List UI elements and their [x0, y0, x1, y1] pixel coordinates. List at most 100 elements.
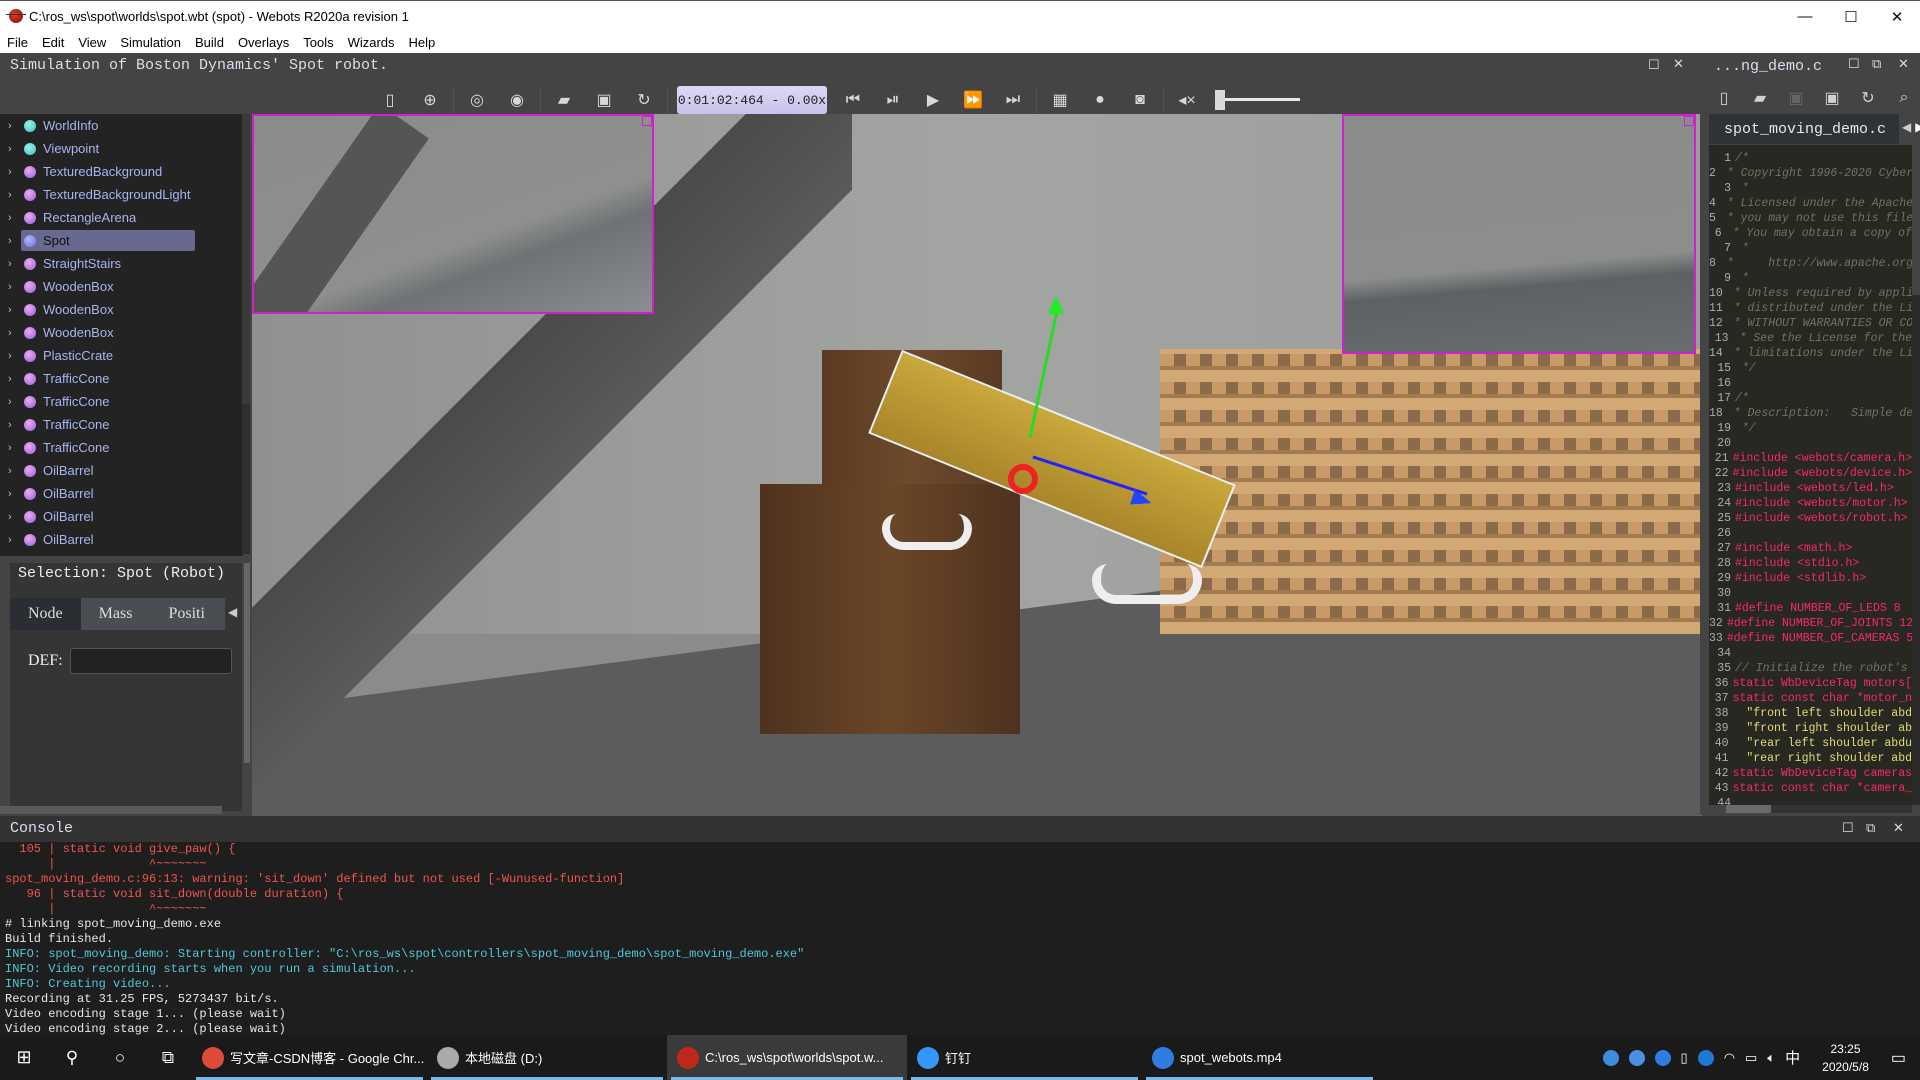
expand-chevron-icon[interactable]: › — [8, 281, 18, 293]
editor-float-icon[interactable]: ⧉ — [1872, 56, 1881, 72]
rotate-x-handle[interactable] — [1008, 464, 1038, 494]
volume-slider-thumb[interactable] — [1215, 90, 1225, 110]
view-maximize-icon[interactable]: ☐ — [1648, 57, 1660, 73]
wifi-icon[interactable]: ◠ — [1724, 1050, 1735, 1066]
taskbar-app[interactable]: 钉钉 — [907, 1035, 1142, 1080]
expand-chevron-icon[interactable]: › — [8, 396, 18, 408]
run-icon[interactable]: ▶ — [913, 85, 953, 115]
menu-overlays[interactable]: Overlays — [231, 35, 296, 50]
console-output[interactable]: 105 | static void give_paw() { | ^~~~~~~… — [0, 842, 1920, 1035]
revert-icon[interactable]: ↻ — [1854, 83, 1882, 113]
field-editor-scrollbar[interactable] — [244, 563, 250, 763]
expand-chevron-icon[interactable]: › — [8, 120, 18, 132]
save-icon[interactable]: ▣ — [1782, 83, 1810, 113]
scene-tree-item[interactable]: ›OilBarrel — [0, 505, 243, 528]
scene-tree-item[interactable]: › TrafficCone — [0, 390, 243, 413]
scrollbar-handle[interactable] — [242, 114, 250, 404]
scene-tree-item[interactable]: › TrafficCone — [0, 367, 243, 390]
taskbar-app[interactable]: C:\ros_ws\spot\worlds\spot.w... — [667, 1035, 907, 1080]
code-editor[interactable]: 1/*2 * Copyright 1996-2020 Cyberbotics3 … — [1709, 145, 1912, 805]
scene-tree-item[interactable]: › WoodenBox — [0, 298, 243, 321]
scene-tree-item[interactable]: ›OilBarrel — [0, 459, 243, 482]
battery-icon[interactable]: ▭ — [1745, 1050, 1757, 1066]
scene-tree-item[interactable]: › WorldInfo — [0, 114, 243, 137]
tab-right-icon[interactable]: ▶ — [1915, 120, 1920, 134]
expand-chevron-icon[interactable]: › — [8, 534, 18, 546]
minimize-button[interactable]: — — [1782, 1, 1828, 32]
find-icon[interactable]: ⌕ — [1890, 83, 1918, 113]
camera-overlay-close-icon[interactable] — [642, 116, 652, 126]
console-close-icon[interactable]: ✕ — [1893, 820, 1904, 836]
scene-tree-scrollbar[interactable] — [242, 114, 250, 554]
expand-chevron-icon[interactable]: › — [8, 350, 18, 362]
scene-tree-item[interactable]: › StraightStairs — [0, 252, 243, 275]
code-vscrollbar[interactable] — [1912, 145, 1920, 805]
menu-tools[interactable]: Tools — [296, 35, 340, 50]
camera-overlay-left[interactable] — [252, 114, 654, 314]
view-icon[interactable]: ◉ — [497, 85, 537, 115]
volume-slider[interactable] — [1215, 88, 1300, 112]
tab-position[interactable]: Positi — [150, 598, 222, 630]
tab-left-icon[interactable]: ◀ — [1902, 120, 1911, 134]
usb-icon[interactable]: ▯ — [1681, 1050, 1688, 1066]
menu-edit[interactable]: Edit — [35, 35, 71, 50]
new-file-icon[interactable]: ▯ — [1710, 83, 1738, 113]
expand-chevron-icon[interactable]: › — [8, 212, 18, 224]
save-as-icon[interactable]: ▣ — [1818, 83, 1846, 113]
expand-chevron-icon[interactable]: › — [8, 189, 18, 201]
clock-tray-icon[interactable] — [1628, 1049, 1645, 1066]
menu-help[interactable]: Help — [402, 35, 443, 50]
tab-mass[interactable]: Mass — [81, 598, 151, 630]
scene-tree-item[interactable]: ›OilBarrel — [0, 528, 243, 551]
scene-tree-item[interactable]: › WoodenBox — [0, 321, 243, 344]
scene-tree-item[interactable]: › TexturedBackground — [0, 160, 243, 183]
def-input[interactable] — [70, 648, 232, 674]
menu-file[interactable]: File — [0, 35, 35, 50]
save-world-icon[interactable]: ▣ — [584, 85, 624, 115]
camera-overlay-right[interactable] — [1342, 114, 1696, 354]
console-maximize-icon[interactable]: ☐ — [1842, 820, 1854, 836]
maximize-button[interactable]: ☐ — [1828, 1, 1874, 32]
bluetooth-icon[interactable] — [1697, 1049, 1714, 1066]
expand-chevron-icon[interactable]: › — [8, 143, 18, 155]
reset-viewpoint-icon[interactable]: ◎ — [457, 85, 497, 115]
windows-start-icon[interactable]: ⊞ — [0, 1035, 48, 1080]
scene-tree-item[interactable]: › TexturedBackgroundLight — [0, 183, 243, 206]
fastest-icon[interactable]: ⏭ — [993, 85, 1033, 115]
menu-simulation[interactable]: Simulation — [113, 35, 188, 50]
screenshot-icon[interactable]: ◙ — [1120, 85, 1160, 115]
expand-chevron-icon[interactable]: › — [8, 327, 18, 339]
console-float-icon[interactable]: ⧉ — [1866, 820, 1875, 836]
menu-build[interactable]: Build — [188, 35, 231, 50]
editor-maximize-icon[interactable]: ☐ — [1848, 56, 1860, 72]
video-tray-icon[interactable] — [1654, 1049, 1671, 1066]
open-file-icon[interactable]: ▰ — [1746, 83, 1774, 113]
reset-simulation-icon[interactable]: ⏮ — [833, 85, 873, 115]
menu-view[interactable]: View — [71, 35, 113, 50]
scene-tree-item[interactable]: › Spot — [0, 229, 243, 252]
clock[interactable]: 23:25 2020/5/8 — [1822, 1040, 1869, 1076]
toggle-scene-tree-icon[interactable]: ▯ — [370, 85, 410, 115]
dingtalk-tray-icon[interactable] — [1602, 1049, 1619, 1066]
editor-close-icon[interactable]: ✕ — [1898, 56, 1909, 72]
mute-icon[interactable]: ◂× — [1167, 85, 1207, 115]
left-panel-hscrollbar[interactable] — [0, 806, 222, 814]
search-icon[interactable]: ⚲ — [48, 1035, 96, 1080]
scene-tree-item[interactable]: › RectangleArena — [0, 206, 243, 229]
expand-chevron-icon[interactable]: › — [8, 373, 18, 385]
file-tab[interactable]: spot_moving_demo.c — [1709, 114, 1899, 144]
record-icon[interactable]: ● — [1080, 85, 1120, 115]
scene-tree-item[interactable]: › TrafficCone — [0, 436, 243, 459]
scene-tree-item[interactable]: › TrafficCone — [0, 413, 243, 436]
close-button[interactable]: ✕ — [1874, 1, 1920, 32]
scene-tree-item[interactable]: › PlasticCrate — [0, 344, 243, 367]
scene-tree-item[interactable]: ›OilBarrel — [0, 551, 243, 556]
menu-wizards[interactable]: Wizards — [341, 35, 402, 50]
camera-overlay-close-icon[interactable] — [1684, 116, 1694, 126]
open-world-icon[interactable]: ▰ — [544, 85, 584, 115]
taskbar-app[interactable]: 本地磁盘 (D:) — [427, 1035, 667, 1080]
expand-chevron-icon[interactable]: › — [8, 511, 18, 523]
task-view-icon[interactable]: ⧉ — [144, 1035, 192, 1080]
3d-view[interactable] — [252, 114, 1700, 816]
expand-chevron-icon[interactable]: › — [8, 166, 18, 178]
